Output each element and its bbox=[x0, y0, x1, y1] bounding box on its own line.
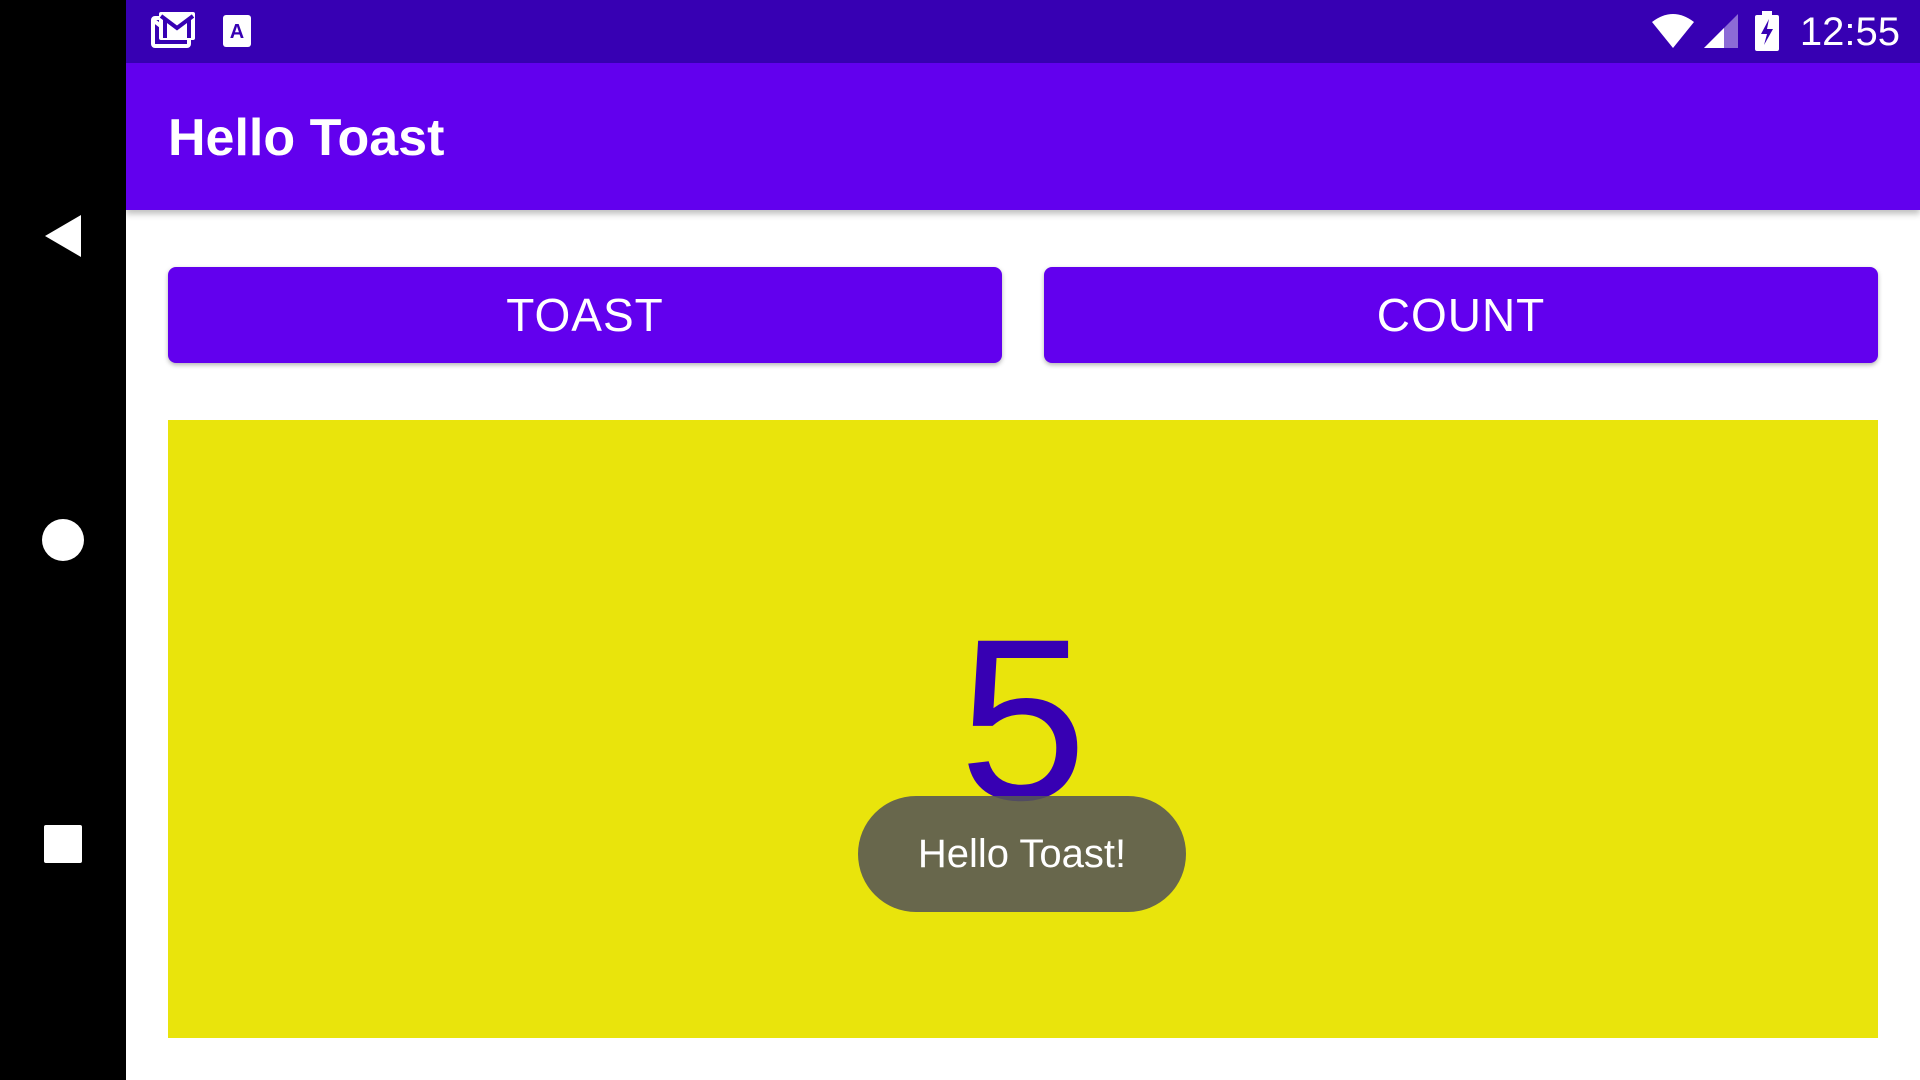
toast-button[interactable]: TOAST bbox=[168, 267, 1002, 363]
status-clock: 12:55 bbox=[1799, 10, 1900, 54]
back-button[interactable] bbox=[23, 196, 103, 276]
count-display: 5 bbox=[168, 420, 1878, 1038]
svg-text:A: A bbox=[230, 21, 244, 43]
back-icon bbox=[45, 215, 81, 257]
signal-icon bbox=[1702, 10, 1740, 52]
recents-icon bbox=[44, 825, 82, 863]
app-screen: A 12:55 Hello Toast TOAST COUNT 5 Hello … bbox=[0, 0, 1920, 1080]
recents-button[interactable] bbox=[23, 804, 103, 884]
toast-text: Hello Toast! bbox=[917, 831, 1127, 876]
gmail-icon bbox=[150, 10, 198, 52]
battery-charging-icon bbox=[1752, 10, 1782, 52]
app-title: Hello Toast bbox=[168, 109, 445, 167]
toast-message: Hello Toast! bbox=[858, 796, 1186, 912]
system-navigation-bar bbox=[0, 0, 126, 1080]
home-icon bbox=[42, 519, 84, 561]
count-button[interactable]: COUNT bbox=[1044, 267, 1878, 363]
home-button[interactable] bbox=[23, 500, 103, 580]
status-bar: A 12:55 bbox=[126, 0, 1920, 63]
wifi-icon bbox=[1650, 10, 1696, 52]
app-bar: Hello Toast bbox=[126, 63, 1920, 210]
a-icon: A bbox=[220, 10, 254, 52]
